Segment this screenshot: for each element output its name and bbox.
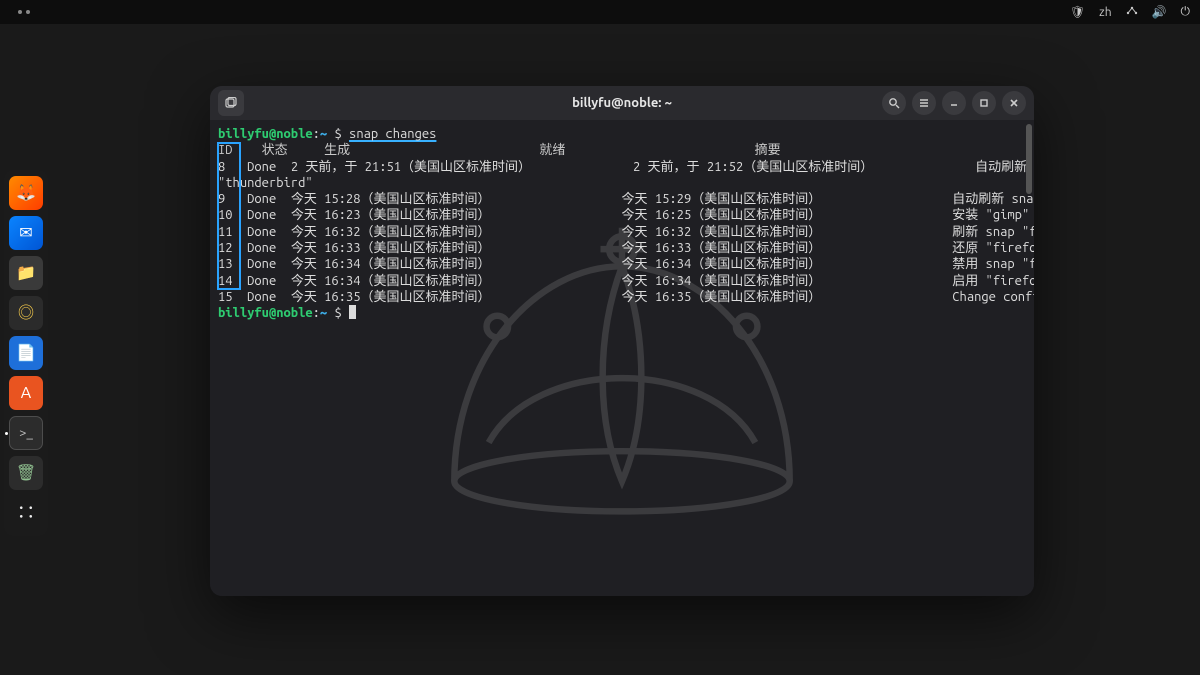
dock: 🦊 ✉ 📁 ◎ 📄 A >_ 🗑 ∷ (4, 170, 48, 536)
cursor (349, 305, 356, 319)
minimize-button[interactable] (942, 91, 966, 115)
new-tab-icon (225, 97, 237, 109)
apps-grid-icon: ∷ (17, 504, 35, 522)
maximize-icon (978, 97, 990, 109)
terminal-line: 9 Done 今天 15:28（美国山区标准时间） 今天 15:29（美国山区标… (218, 191, 1028, 207)
terminal-line: "thunderbird" (218, 175, 1028, 191)
dock-item-software[interactable]: A (9, 376, 43, 410)
shield-icon[interactable]: 🛡 (1070, 5, 1085, 19)
dock-item-show-applications[interactable]: ∷ (9, 496, 43, 530)
close-icon (1008, 97, 1020, 109)
terminal-line: 14 Done 今天 16:34（美国山区标准时间） 今天 16:34（美国山区… (218, 273, 1028, 289)
dock-item-firefox[interactable]: 🦊 (9, 176, 43, 210)
menu-button[interactable] (912, 91, 936, 115)
minimize-icon (948, 97, 960, 109)
window-title: billyfu@noble: ~ (210, 96, 1034, 110)
dock-item-trash[interactable]: 🗑 (9, 456, 43, 490)
rhythmbox-icon: ◎ (18, 305, 34, 321)
hamburger-icon (918, 97, 930, 109)
terminal-line: 10 Done 今天 16:23（美国山区标准时间） 今天 16:25（美国山区… (218, 207, 1028, 223)
dock-item-terminal[interactable]: >_ (9, 416, 43, 450)
software-icon: A (21, 385, 31, 401)
terminal-line: 8 Done 2 天前，于 21:51（美国山区标准时间） 2 天前，于 21:… (218, 159, 1028, 175)
thunderbird-icon: ✉ (19, 225, 32, 241)
activities-indicator[interactable] (18, 10, 30, 14)
search-icon (888, 97, 900, 109)
dock-item-thunderbird[interactable]: ✉ (9, 216, 43, 250)
terminal-body[interactable]: billyfu@noble:~ $ snap changesID 状态 生成 就… (210, 120, 1034, 596)
maximize-button[interactable] (972, 91, 996, 115)
files-icon: 📁 (16, 265, 36, 281)
titlebar[interactable]: billyfu@noble: ~ (210, 86, 1034, 120)
terminal-line: billyfu@noble:~ $ (218, 305, 1028, 321)
terminal-line: 15 Done 今天 16:35（美国山区标准时间） 今天 16:35（美国山区… (218, 289, 1028, 305)
writer-icon: 📄 (16, 345, 36, 361)
terminal-window: billyfu@noble: ~ (210, 86, 1034, 596)
firefox-icon: 🦊 (16, 185, 36, 201)
terminal-line: ID 状态 生成 就绪 摘要 (218, 142, 1028, 158)
close-button[interactable] (1002, 91, 1026, 115)
top-bar: 🛡 zh 🔊 ⏻ (0, 0, 1200, 24)
terminal-line: 12 Done 今天 16:33（美国山区标准时间） 今天 16:33（美国山区… (218, 240, 1028, 256)
dock-item-rhythmbox[interactable]: ◎ (9, 296, 43, 330)
volume-icon[interactable]: 🔊 (1152, 5, 1167, 19)
terminal-line: 13 Done 今天 16:34（美国山区标准时间） 今天 16:34（美国山区… (218, 256, 1028, 272)
dock-item-files[interactable]: 📁 (9, 256, 43, 290)
scrollbar-thumb[interactable] (1026, 124, 1032, 194)
terminal-line: billyfu@noble:~ $ snap changes (218, 126, 1028, 142)
search-button[interactable] (882, 91, 906, 115)
trash-icon: 🗑 (16, 465, 36, 481)
dock-item-writer[interactable]: 📄 (9, 336, 43, 370)
power-icon[interactable]: ⏻ (1181, 5, 1191, 19)
terminal-line: 11 Done 今天 16:32（美国山区标准时间） 今天 16:32（美国山区… (218, 224, 1028, 240)
network-icon[interactable] (1126, 5, 1138, 20)
scrollbar[interactable] (1026, 124, 1032, 592)
new-tab-button[interactable] (218, 90, 244, 116)
terminal-icon: >_ (19, 427, 33, 440)
input-method-indicator[interactable]: zh (1099, 6, 1111, 19)
